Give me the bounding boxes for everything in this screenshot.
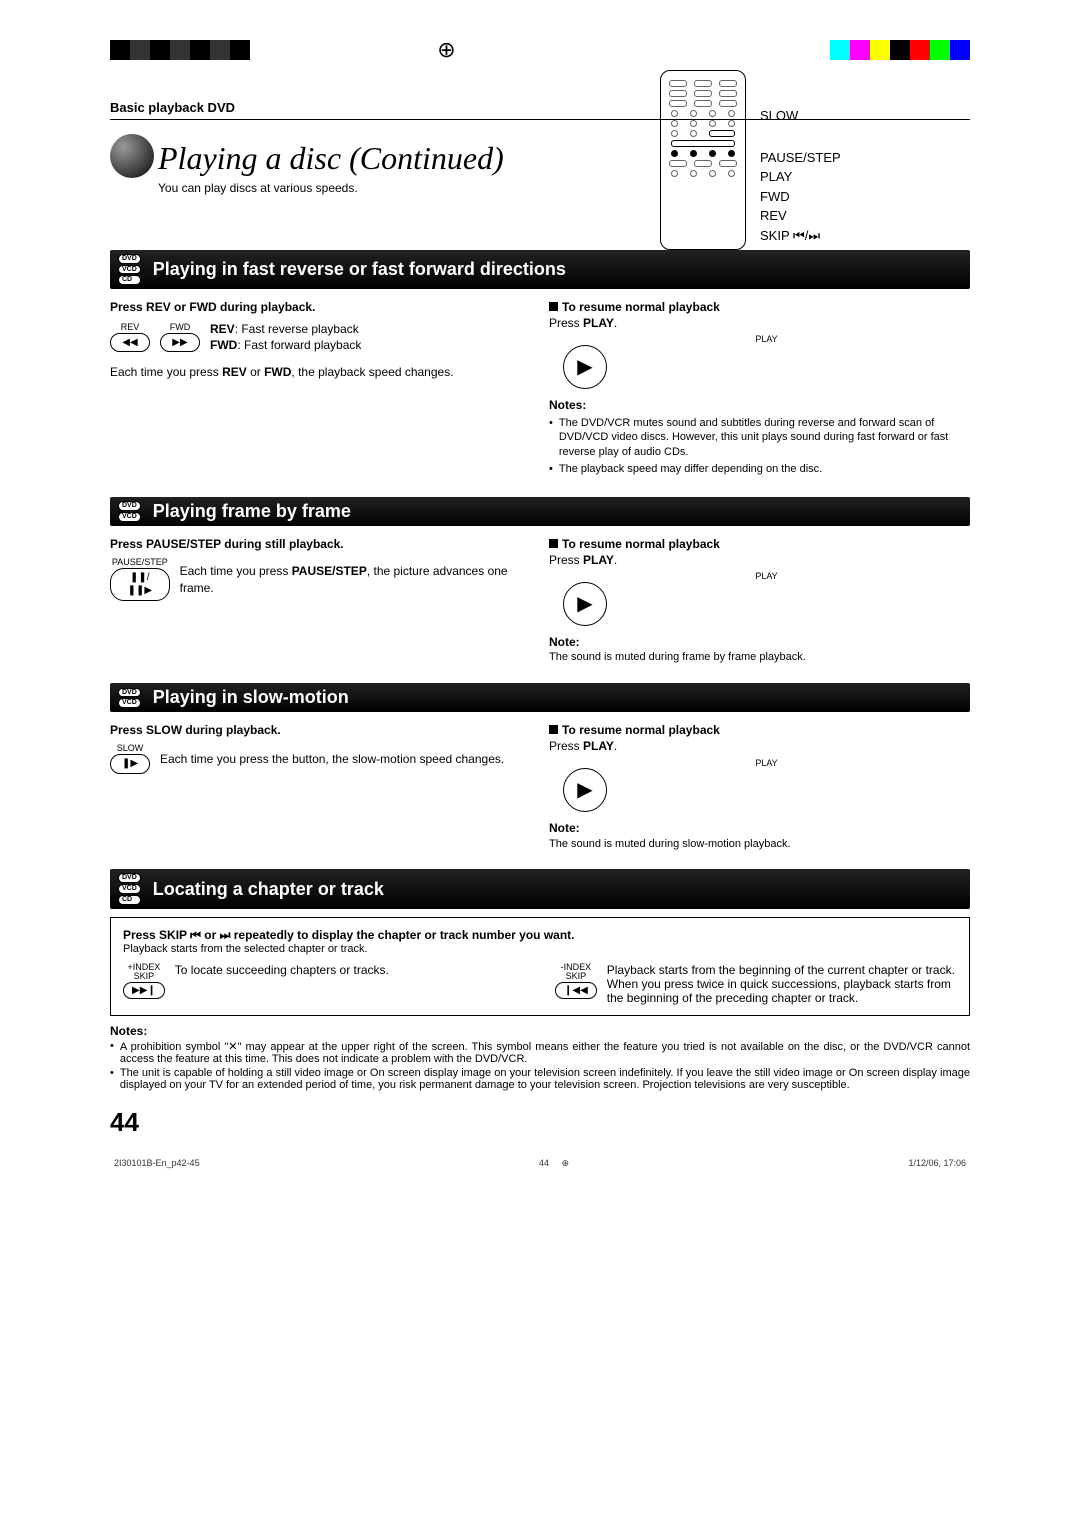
skip-text: Playback starts from the beginning of th…: [607, 963, 957, 1005]
remote-label: FWD: [760, 187, 841, 207]
section-heading-bar: DVD VCD CD Playing in fast reverse or fa…: [110, 250, 970, 289]
play-button-icon: ▶: [563, 345, 607, 389]
button-label: PLAY: [563, 335, 970, 345]
notes-heading: Note:: [549, 634, 970, 650]
footer-date: 1/12/06, 17:06: [908, 1158, 966, 1169]
button-label: REV: [110, 323, 150, 333]
notes-heading: Notes:: [110, 1024, 970, 1038]
skip-back-item: -INDEX SKIP ❙◀◀ Playback starts from the…: [555, 963, 957, 1005]
resume-heading: To resume normal playback: [562, 300, 720, 314]
notes-heading: Notes:: [549, 397, 970, 413]
remote-label: PLAY: [760, 167, 841, 187]
section-heading: Locating a chapter or track: [153, 879, 384, 900]
step-tail: Each time you press PAUSE/STEP, the pict…: [180, 563, 531, 595]
note-item: A prohibition symbol "✕" may appear at t…: [110, 1040, 970, 1065]
left-column: Press SLOW during playback. SLOW ❚▶ Each…: [110, 722, 531, 851]
right-column: To resume normal playback Press PLAY. PL…: [549, 299, 970, 479]
skip-row: +INDEX SKIP ▶▶❙ To locate succeeding cha…: [123, 963, 957, 1005]
square-bullet-icon: [549, 725, 558, 734]
section-body: Press REV or FWD during playback. REV ◀◀…: [110, 299, 970, 479]
label-bold: FWD: [210, 338, 237, 352]
fwd-button-icon: ▶▶: [160, 333, 200, 353]
section-heading: Playing in slow-motion: [153, 687, 349, 708]
remote-diagram-area: SLOW PAUSE/STEP PLAY FWD REV SKIP ⏮/⏭: [660, 70, 970, 250]
remote-label: SLOW: [760, 106, 841, 126]
disc-badges: DVD VCD CD: [118, 873, 141, 904]
skip-forward-item: +INDEX SKIP ▶▶❙ To locate succeeding cha…: [123, 963, 525, 1005]
page-title: Playing a disc (Continued): [158, 140, 504, 177]
box-subtext: Playback starts from the selected chapte…: [123, 943, 957, 955]
remote-label-list: SLOW PAUSE/STEP PLAY FWD REV SKIP ⏮/⏭: [760, 70, 841, 245]
button-label: PLAY: [563, 572, 970, 582]
note-single: The sound is muted during frame by frame…: [549, 650, 970, 665]
section-heading-bar: DVD VCD CD Locating a chapter or track: [110, 869, 970, 908]
black-bars: [110, 40, 250, 60]
print-registration-row: ⊕: [110, 30, 970, 70]
note-single: The sound is muted during slow-motion pl…: [549, 837, 970, 852]
section-heading: Playing in fast reverse or fast forward …: [153, 259, 566, 280]
play-button-icon: ▶: [563, 768, 607, 812]
section-heading-bar: DVD VCD Playing in slow-motion: [110, 683, 970, 712]
right-column: To resume normal playback Press PLAY. PL…: [549, 536, 970, 665]
label-text: : Fast reverse playback: [235, 322, 359, 336]
remote-label: REV: [760, 206, 841, 226]
right-column: To resume normal playback Press PLAY. PL…: [549, 722, 970, 851]
left-column: Press PAUSE/STEP during still playback. …: [110, 536, 531, 665]
resume-heading: To resume normal playback: [562, 723, 720, 737]
remote-label: PAUSE/STEP: [760, 148, 841, 168]
note-item: The unit is capable of holding a still v…: [110, 1067, 970, 1091]
remote-outline-icon: [660, 70, 746, 250]
slow-button-icon: ❚▶: [110, 754, 150, 774]
footer-page: 44: [539, 1158, 549, 1168]
pause-step-button-icon: ❚❚/❚❚▶: [110, 568, 170, 601]
button-row: SLOW ❚▶ Each time you press the button, …: [110, 744, 531, 773]
button-label: +INDEX SKIP: [123, 963, 165, 983]
button-label: PLAY: [563, 759, 970, 769]
skip-forward-icon: ▶▶❙: [123, 982, 165, 999]
disc-badges: DVD VCD: [118, 688, 141, 708]
step-tail: Each time you press REV or FWD, the play…: [110, 364, 531, 380]
notes-heading: Note:: [549, 820, 970, 836]
note-item: The playback speed may differ depending …: [549, 462, 970, 477]
rev-button-icon: ◀◀: [110, 333, 150, 353]
play-button-icon: ▶: [563, 582, 607, 626]
print-footer: 2I30101B-En_p42-45 44 ⊕ 1/12/06, 17:06: [110, 1158, 970, 1169]
label-bold: REV: [210, 322, 235, 336]
boxed-instruction: Press SKIP ⏮ or ⏭ repeatedly to display …: [110, 917, 970, 1016]
remote-label: SKIP ⏮/⏭: [760, 226, 841, 246]
button-row: REV ◀◀ FWD ▶▶ REV: Fast reverse playback…: [110, 321, 531, 353]
square-bullet-icon: [549, 302, 558, 311]
button-row: PAUSE/STEP ❚❚/❚❚▶ Each time you press PA…: [110, 558, 531, 601]
button-label: -INDEX SKIP: [555, 963, 597, 983]
step-instruction: Press PAUSE/STEP during still playback.: [110, 536, 531, 552]
button-label: FWD: [160, 323, 200, 333]
manual-page: ⊕ Basic playback DVD SLOW PAUSE/STEP PLA…: [0, 0, 1080, 1209]
footer-filename: 2I30101B-En_p42-45: [114, 1158, 200, 1169]
section-heading: Playing frame by frame: [153, 501, 351, 522]
section-body: Press SLOW during playback. SLOW ❚▶ Each…: [110, 722, 970, 851]
box-instruction: Press SKIP ⏮ or ⏭ repeatedly to display …: [123, 928, 957, 943]
resume-heading: To resume normal playback: [562, 537, 720, 551]
section-body: Press PAUSE/STEP during still playback. …: [110, 536, 970, 665]
square-bullet-icon: [549, 539, 558, 548]
label-text: : Fast forward playback: [237, 338, 361, 352]
registration-cross-icon: ⊕: [437, 37, 455, 63]
left-column: Press REV or FWD during playback. REV ◀◀…: [110, 299, 531, 479]
step-tail: Each time you press the button, the slow…: [160, 751, 504, 767]
step-instruction: Press SLOW during playback.: [110, 722, 531, 738]
color-bars: [830, 40, 970, 60]
section-heading-bar: DVD VCD Playing frame by frame: [110, 497, 970, 526]
button-label: PAUSE/STEP: [110, 558, 170, 568]
note-item: The DVD/VCR mutes sound and subtitles du…: [549, 416, 970, 461]
disc-badges: DVD VCD: [118, 501, 141, 521]
page-number: 44: [110, 1107, 970, 1138]
button-label: SLOW: [110, 744, 150, 754]
disc-badges: DVD VCD CD: [118, 254, 141, 285]
skip-text: To locate succeeding chapters or tracks.: [175, 963, 389, 977]
skip-back-icon: ❙◀◀: [555, 982, 597, 999]
step-instruction: Press REV or FWD during playback.: [110, 299, 531, 315]
